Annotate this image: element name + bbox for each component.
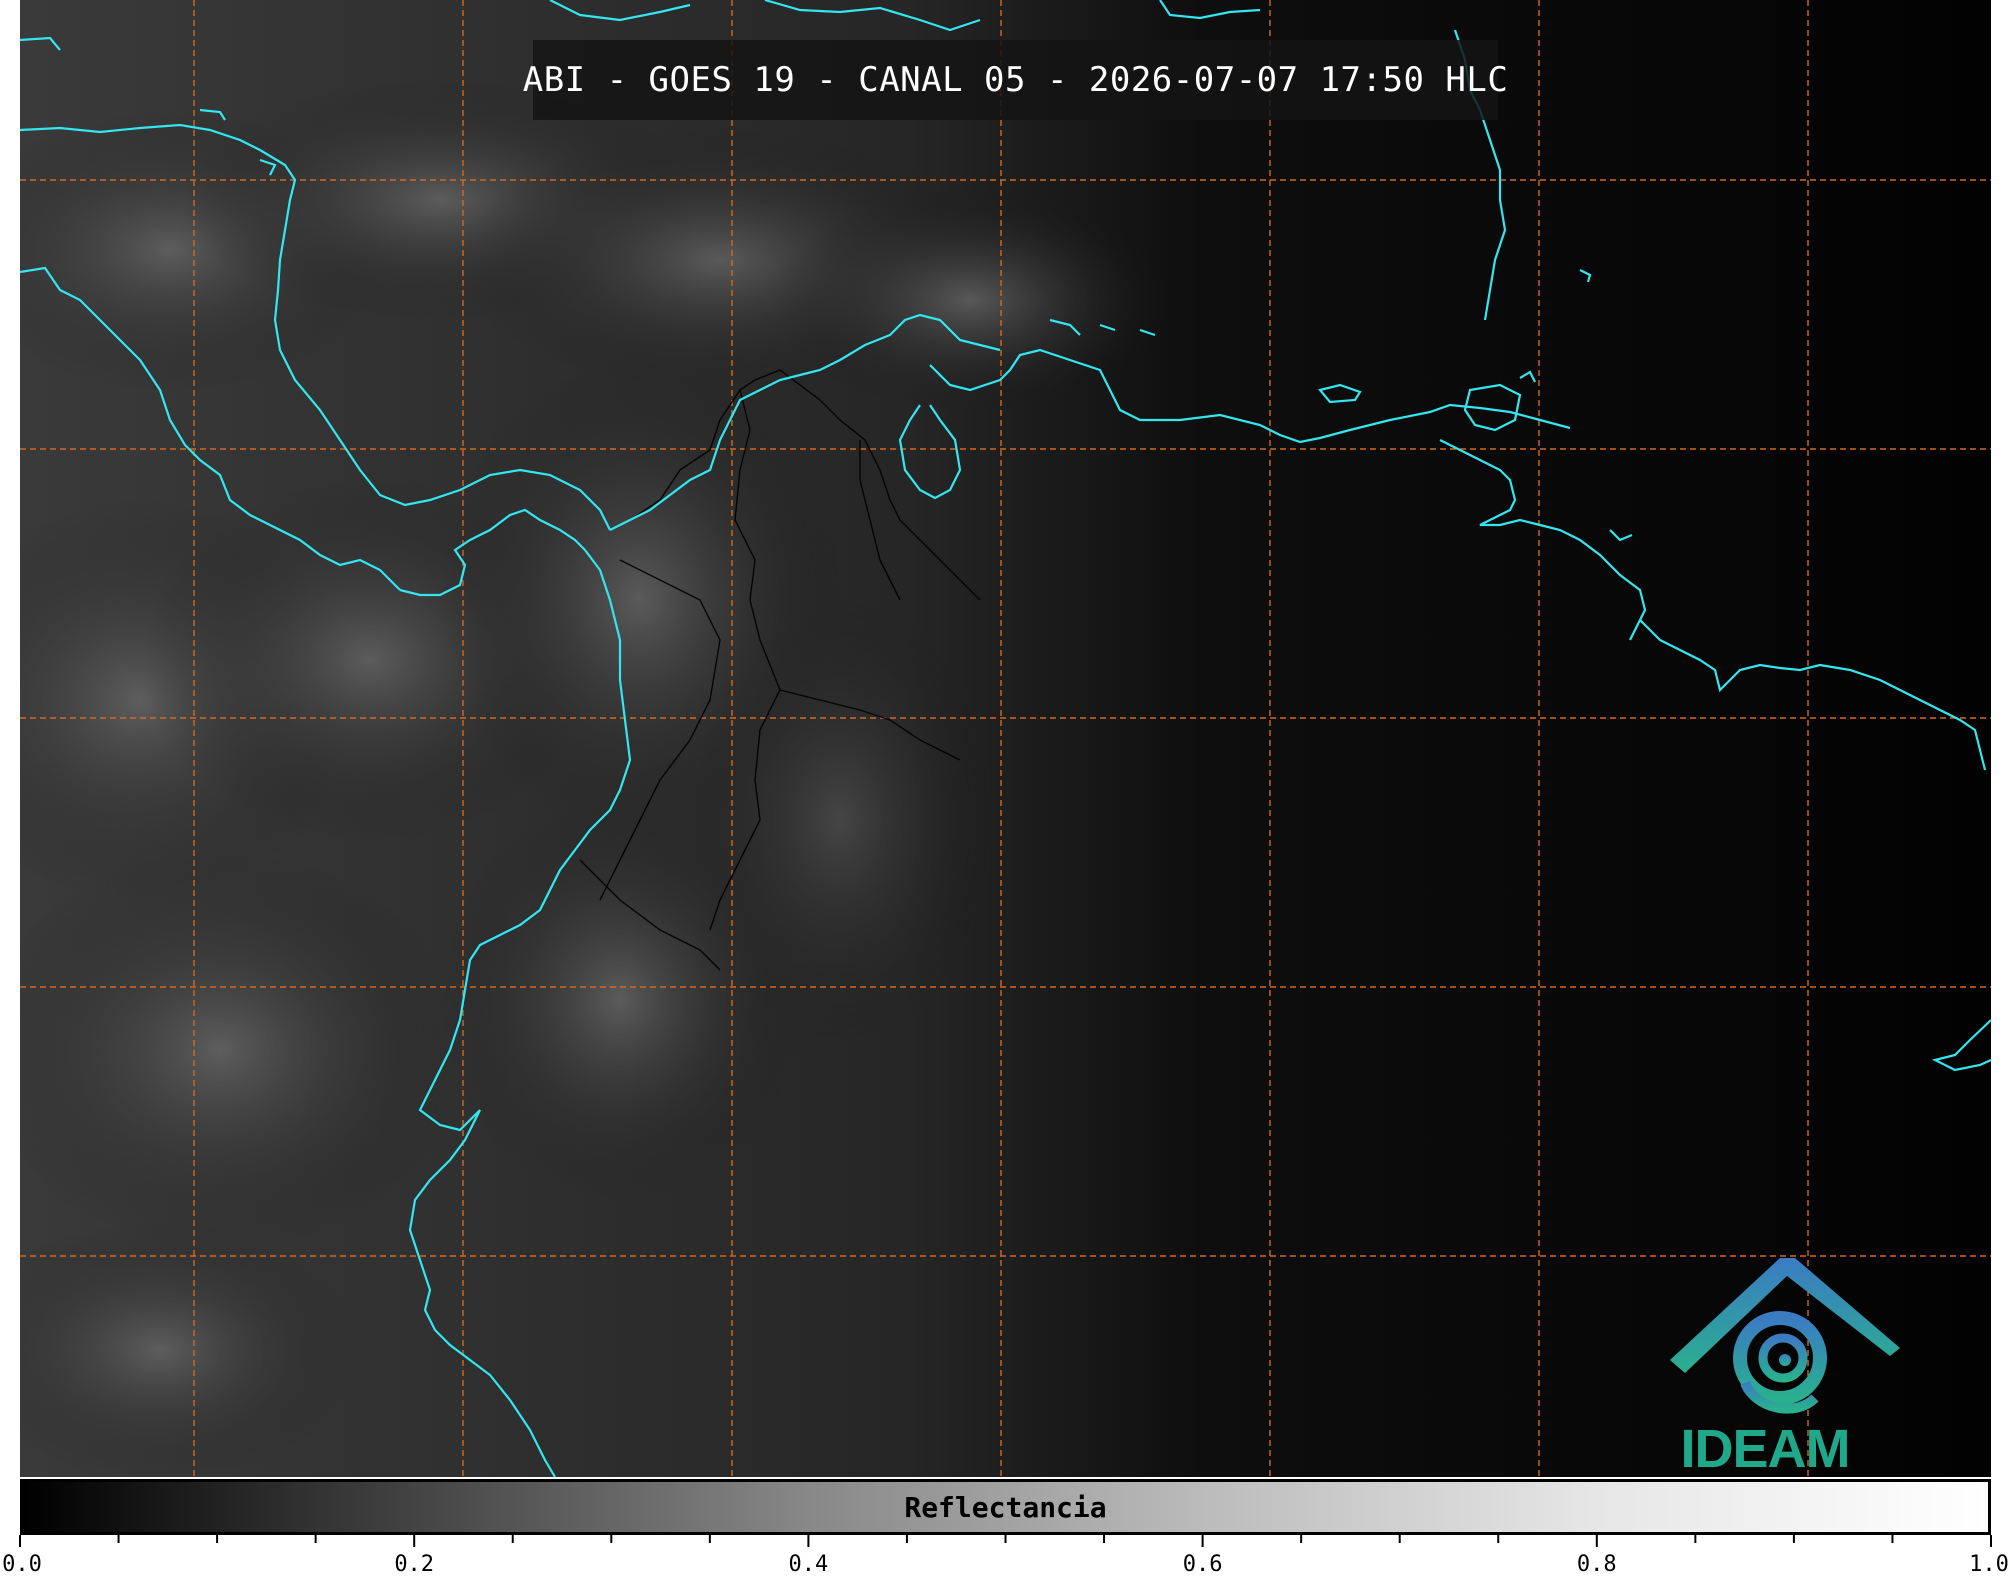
title-panel: ABI - GOES 19 - CANAL 05 - 2026-07-07 17…: [523, 40, 1508, 120]
colorbar-tick-label: 0.6: [1183, 1552, 1223, 1577]
colorbar-tick-label: 0.2: [394, 1552, 434, 1577]
logo-wordmark: IDEAM: [1680, 1419, 1851, 1479]
colorbar-tick-label: 0.4: [789, 1552, 829, 1577]
satellite-image-figure: ABI - GOES 19 - CANAL 05 - 2026-07-07 17…: [0, 0, 2011, 1577]
image-title: ABI - GOES 19 - CANAL 05 - 2026-07-07 17…: [522, 60, 1509, 100]
map-panel: ABI - GOES 19 - CANAL 05 - 2026-07-07 17…: [20, 0, 1991, 1477]
colorbar-label: Reflectancia: [904, 1490, 1107, 1524]
colorbar-tick-label: 0.0: [2, 1552, 42, 1577]
colorbar-ticks: 0.0 0.2 0.4 0.6 0.8 1.0: [2, 1535, 2009, 1577]
colorbar-tick-label: 0.8: [1577, 1552, 1617, 1577]
colorbar-tick-label: 1.0: [1969, 1552, 2009, 1577]
colorbar: Reflectancia: [20, 1479, 1991, 1535]
